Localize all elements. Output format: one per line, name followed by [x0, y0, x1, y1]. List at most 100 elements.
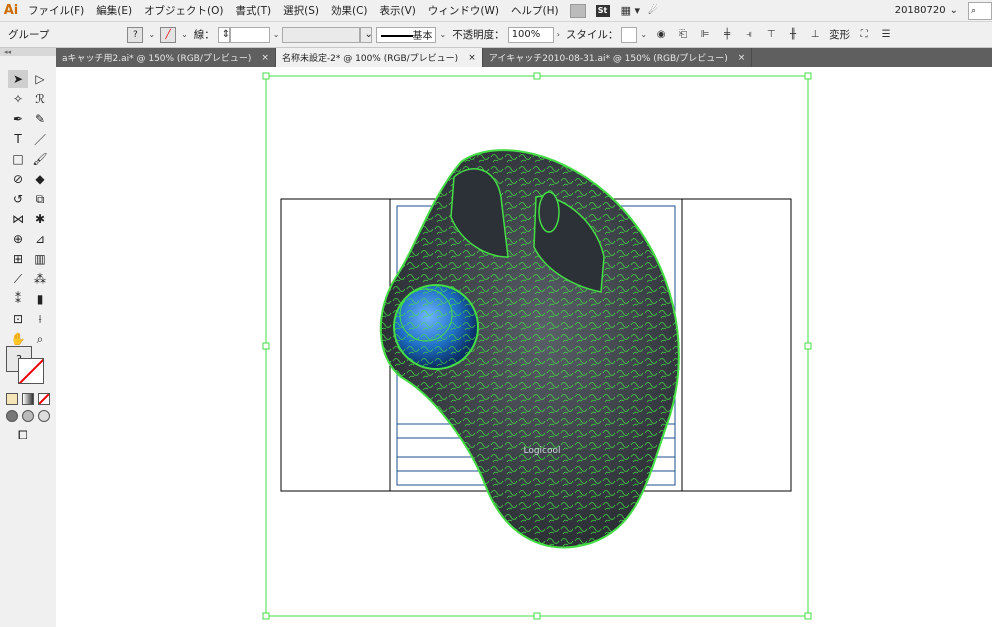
close-icon[interactable]: ×: [738, 53, 746, 63]
width-tool-icon[interactable]: ⋈: [8, 210, 28, 228]
menu-view[interactable]: 表示(V): [374, 3, 422, 18]
menu-select[interactable]: 選択(S): [277, 3, 325, 18]
align-top-icon[interactable]: ⊤: [764, 29, 778, 41]
draw-normal-icon[interactable]: [6, 410, 18, 422]
pen-tool-icon[interactable]: ✒: [8, 110, 28, 128]
menu-file[interactable]: ファイル(F): [22, 3, 90, 18]
shape-mode-icon[interactable]: ⎗: [676, 29, 690, 41]
app-logo: Ai: [3, 3, 19, 18]
direct-selection-tool-icon[interactable]: ▷: [30, 70, 50, 88]
draw-behind-icon[interactable]: [22, 410, 34, 422]
tab-label: アイキャッチ2010-08-31.ai* @ 150% (RGB/プレビュー): [488, 54, 728, 64]
brand-logo: Logicool: [523, 446, 560, 456]
puppet-warp-tool-icon[interactable]: ✱: [30, 210, 50, 228]
search-input[interactable]: ⌕: [968, 2, 992, 20]
transform-label[interactable]: 変形: [829, 27, 850, 42]
shaper-tool-icon[interactable]: ⊘: [8, 170, 28, 188]
type-tool-icon[interactable]: T: [8, 130, 28, 148]
selection-type-label: グループ: [8, 29, 50, 41]
menu-object[interactable]: オブジェクト(O): [138, 3, 229, 18]
menu-edit[interactable]: 編集(E): [90, 3, 138, 18]
opacity-field[interactable]: 100%: [507, 26, 554, 43]
isolate-group-icon[interactable]: ⛶: [857, 29, 871, 41]
screen-mode-icon[interactable]: ⧠: [18, 428, 28, 443]
document-tabs: aキャッチ用2.ai* @ 150% (RGB/プレビュー) × 名称未設定-2*…: [56, 48, 992, 67]
symbol-sprayer-tool-icon[interactable]: ⁑: [8, 290, 28, 308]
chevron-down-icon[interactable]: ⌄: [360, 26, 373, 43]
paintbrush-tool-icon[interactable]: 🖌: [30, 150, 50, 168]
eyedropper-tool-icon[interactable]: ⟋: [8, 270, 28, 288]
search-icon: ⌕: [971, 6, 977, 16]
bridge-icon[interactable]: [569, 3, 586, 18]
curvature-tool-icon[interactable]: ✎: [30, 110, 50, 128]
selection-tool-icon[interactable]: ➤: [8, 70, 28, 88]
tab-label: 名称未設定-2* @ 100% (RGB/プレビュー): [281, 54, 459, 64]
close-icon[interactable]: ×: [468, 53, 476, 63]
document-canvas[interactable]: Logicool: [56, 67, 992, 627]
magic-wand-tool-icon[interactable]: ✧: [8, 90, 28, 108]
chevron-down-icon[interactable]: ⌄: [148, 30, 155, 39]
tab-label: aキャッチ用2.ai* @ 150% (RGB/プレビュー): [62, 54, 252, 64]
align-bottom-icon[interactable]: ⊥: [808, 29, 822, 41]
menu-help[interactable]: ヘルプ(H): [505, 3, 565, 18]
stroke-swatch[interactable]: [18, 358, 44, 384]
chevron-down-icon[interactable]: ⌄: [273, 30, 280, 39]
graphic-style-swatch[interactable]: [621, 26, 638, 43]
rotate-tool-icon[interactable]: ↺: [8, 190, 28, 208]
menu-window[interactable]: ウィンドウ(W): [422, 3, 505, 18]
scale-tool-icon[interactable]: ⧉: [30, 190, 50, 208]
stroke-swatch[interactable]: ╱: [160, 26, 177, 43]
column-graph-tool-icon[interactable]: ▮: [30, 290, 50, 308]
gpu-performance-icon[interactable]: ☄: [648, 4, 658, 17]
menu-effect[interactable]: 効果(C): [325, 3, 374, 18]
align-right-icon[interactable]: ⫣: [742, 29, 756, 41]
chevron-down-icon[interactable]: ⌄: [181, 30, 188, 39]
chevron-right-icon[interactable]: ›: [557, 30, 560, 39]
align-center-icon[interactable]: ╪: [720, 29, 734, 41]
chevron-down-icon[interactable]: ⌄: [640, 30, 647, 39]
draw-mode-row: [6, 410, 50, 422]
rectangle-tool-icon[interactable]: □: [8, 150, 28, 168]
gradient-icon[interactable]: [22, 393, 34, 405]
align-left-icon[interactable]: ⊫: [698, 29, 712, 41]
lasso-tool-icon[interactable]: ℛ: [30, 90, 50, 108]
brush-definition-field[interactable]: 基本: [376, 26, 437, 43]
stroke-label: 線：: [193, 29, 215, 41]
variable-width-field[interactable]: [282, 26, 361, 43]
align-middle-icon[interactable]: ╫: [786, 29, 800, 41]
style-label[interactable]: スタイル：: [566, 27, 619, 42]
tab-document-1[interactable]: aキャッチ用2.ai* @ 150% (RGB/プレビュー) ×: [56, 48, 276, 67]
stroke-weight-field[interactable]: [229, 26, 270, 43]
eraser-tool-icon[interactable]: ◆: [30, 170, 50, 188]
control-bar: グループ ? ⌄ ╱ ⌄ 線： ⇕ ⌄ ⌄ 基本 ⌄ 不透明度： 100% › …: [0, 22, 992, 48]
color-icon[interactable]: [6, 393, 18, 405]
shape-builder-tool-icon[interactable]: ⊕: [8, 230, 28, 248]
recolor-icon[interactable]: ◉: [654, 29, 668, 41]
stock-icon[interactable]: St: [595, 4, 610, 17]
workspace-switcher[interactable]: 20180720 ⌄: [891, 2, 962, 18]
panel-collapse-icon[interactable]: ◂◂: [0, 48, 56, 56]
draw-inside-icon[interactable]: [38, 410, 50, 422]
line-tool-icon[interactable]: ／: [30, 130, 50, 148]
stroke-weight-stepper[interactable]: ⇕: [217, 26, 230, 43]
blend-tool-icon[interactable]: ⁂: [30, 270, 50, 288]
perspective-grid-tool-icon[interactable]: ⊿: [30, 230, 50, 248]
gradient-tool-icon[interactable]: ▥: [30, 250, 50, 268]
fill-swatch[interactable]: ?: [127, 26, 144, 43]
opacity-label[interactable]: 不透明度：: [452, 27, 505, 42]
tab-document-3[interactable]: アイキャッチ2010-08-31.ai* @ 150% (RGB/プレビュー) ×: [483, 48, 753, 67]
artboard-tool-icon[interactable]: ⊡: [8, 310, 28, 328]
arrange-documents-icon[interactable]: ▦ ▾: [621, 4, 640, 17]
fill-stroke-widget[interactable]: ?: [6, 346, 46, 386]
close-icon[interactable]: ×: [261, 53, 269, 63]
chevron-down-icon[interactable]: ⌄: [439, 30, 446, 39]
menu-bar: Ai ファイル(F) 編集(E) オブジェクト(O) 書式(T) 選択(S) 効…: [0, 0, 992, 22]
panel-menu-icon[interactable]: ☰: [879, 29, 893, 41]
mesh-tool-icon[interactable]: ⊞: [8, 250, 28, 268]
tab-document-2[interactable]: 名称未設定-2* @ 100% (RGB/プレビュー) ×: [275, 48, 483, 67]
none-icon[interactable]: [38, 393, 50, 405]
artwork[interactable]: Logicool: [56, 67, 992, 627]
slice-tool-icon[interactable]: ⟊: [30, 310, 50, 328]
menu-type[interactable]: 書式(T): [230, 3, 278, 18]
scroll-wheel: [538, 191, 560, 233]
